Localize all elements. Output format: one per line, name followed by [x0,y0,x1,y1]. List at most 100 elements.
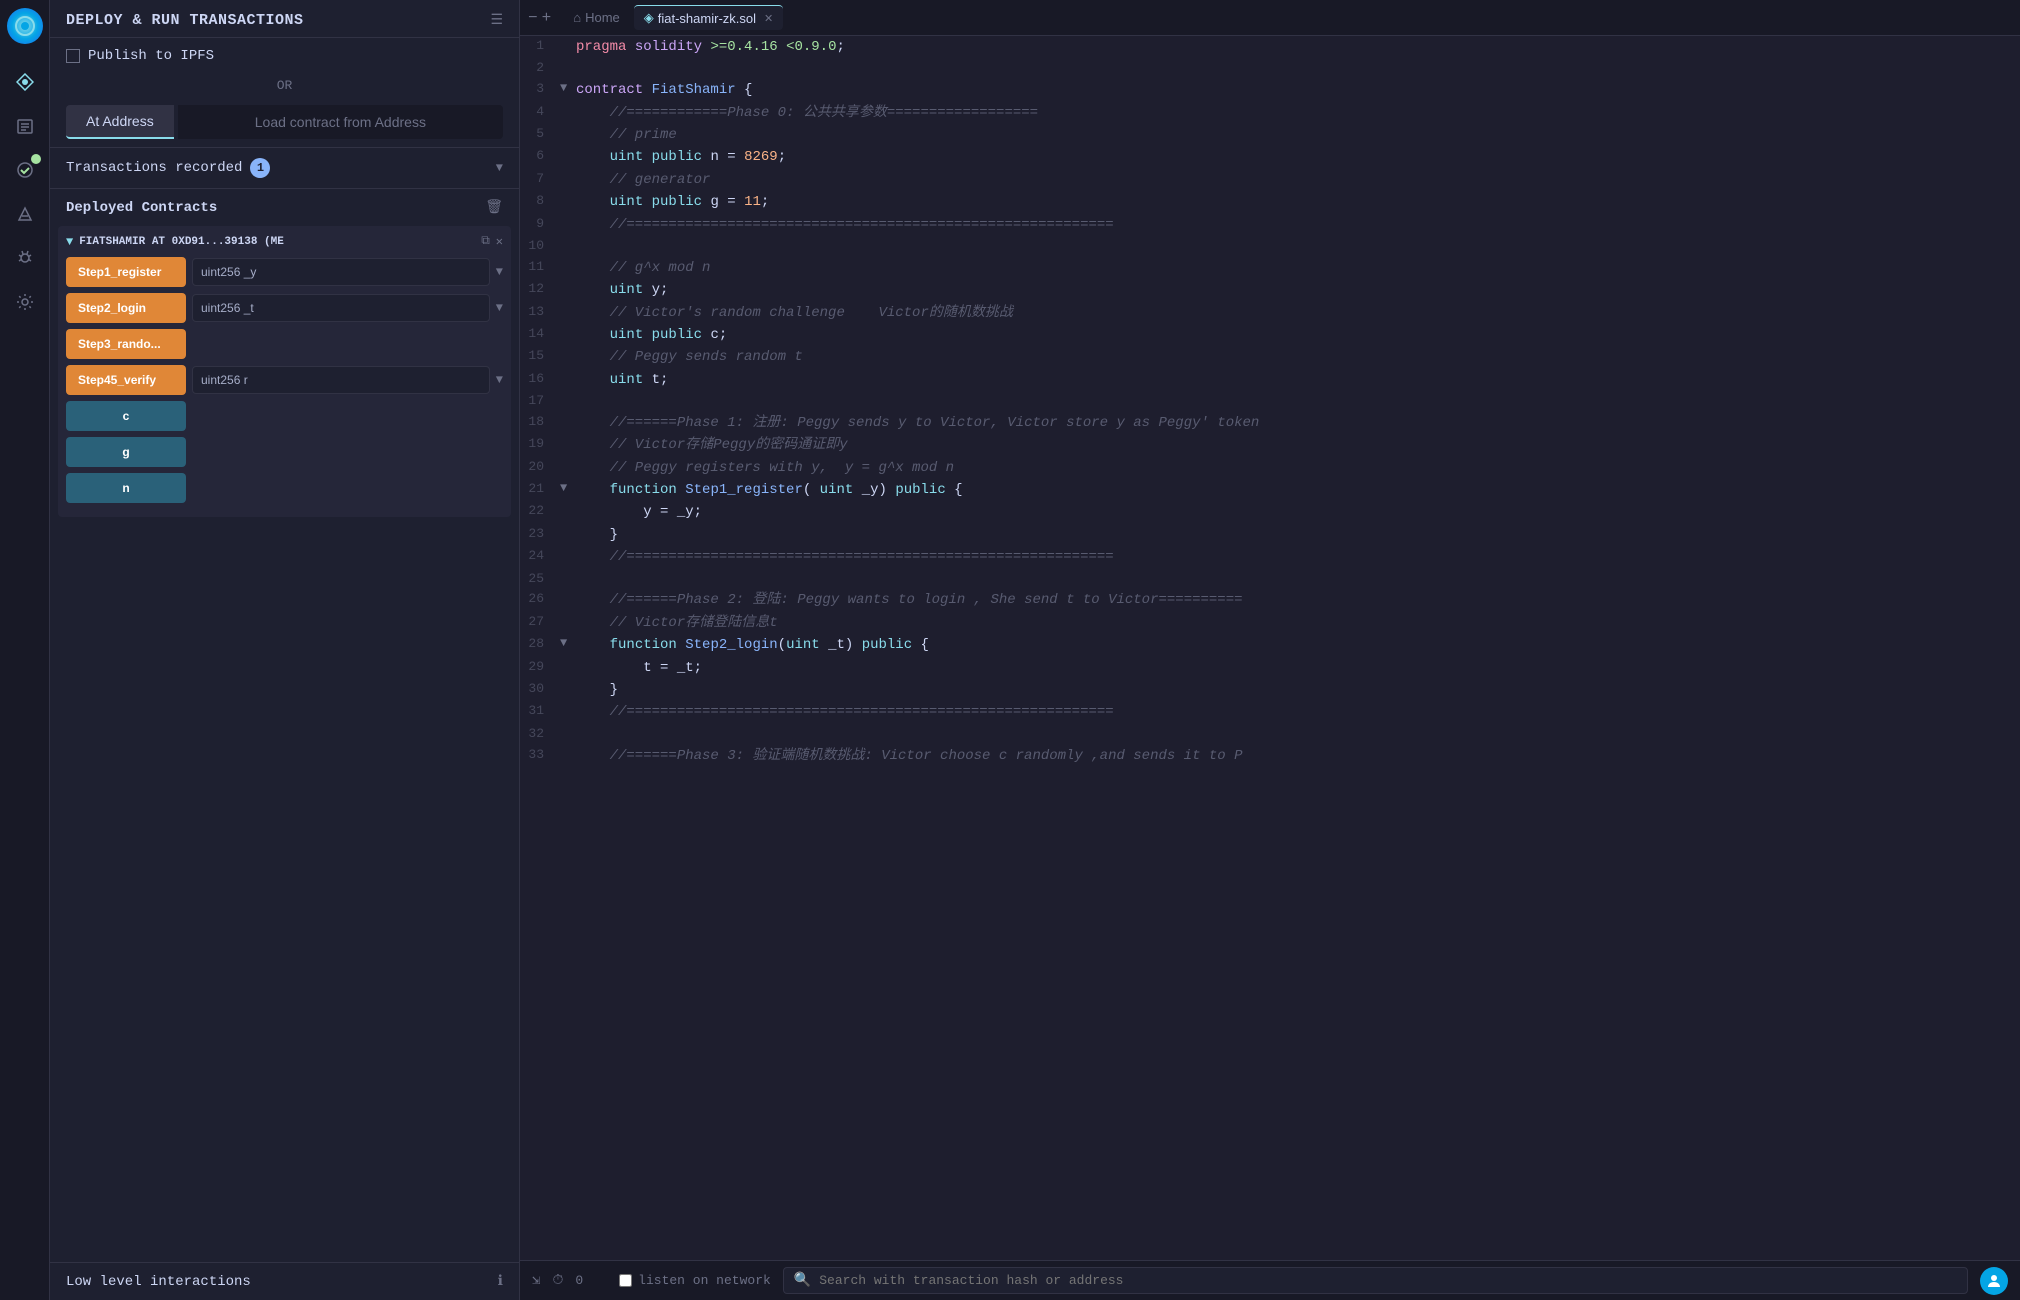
code-line-25: 25 [520,569,2020,590]
publish-label: Publish to IPFS [88,48,214,64]
code-line-10: 10 [520,236,2020,257]
close-contract-icon[interactable]: ✕ [496,234,503,249]
clock-icon[interactable]: ⏱ [552,1273,563,1289]
code-line-9: 9 //====================================… [520,214,2020,236]
code-line-11: 11 // g^x mod n [520,257,2020,279]
search-input[interactable] [819,1273,1957,1288]
step2-param-input[interactable] [192,294,490,322]
panel-menu-icon[interactable]: ☰ [490,12,503,29]
icon-sidebar [0,0,50,1300]
home-tab-icon: ⌂ [573,10,581,25]
code-line-32: 32 [520,724,2020,745]
panel-header: DEPLOY & RUN TRANSACTIONS ☰ [50,0,519,38]
nav-deploy2-icon[interactable] [11,200,39,228]
deployed-actions: 🗑 [485,199,503,216]
code-line-6: 6 uint public n = 8269; [520,146,2020,168]
fn-n-row: n [66,473,503,503]
nav-deploy-icon[interactable] [11,68,39,96]
step3-random-button[interactable]: Step3_rando... [66,329,186,359]
left-panel: DEPLOY & RUN TRANSACTIONS ☰ Publish to I… [50,0,520,1300]
code-line-21: 21 ▼ function Step1_register( uint _y) p… [520,479,2020,501]
contract-actions: ⧉ ✕ [481,234,503,249]
search-bar[interactable]: 🔍 [783,1267,1968,1294]
tab-home[interactable]: ⌂ Home [563,6,630,29]
code-line-31: 31 //===================================… [520,701,2020,723]
deployed-contracts-header: Deployed Contracts 🗑 [50,188,519,226]
nav-check-icon[interactable] [11,156,39,184]
listen-checkbox-label[interactable]: listen on network [619,1273,771,1288]
at-address-button[interactable]: At Address [66,105,174,139]
g-button[interactable]: g [66,437,186,467]
low-level-label: Low level interactions [66,1274,251,1290]
code-area[interactable]: 1 pragma solidity >=0.4.16 <0.9.0; 2 3 ▼… [520,36,2020,1260]
fn-step1-row: Step1_register ▼ [66,257,503,287]
fn-c-row: c [66,401,503,431]
step1-dropdown-icon[interactable]: ▼ [496,265,503,279]
collapse-icon[interactable]: ⇲ [532,1272,540,1289]
compiler-badge [31,154,41,164]
code-line-4: 4 //============Phase 0: 公共共享参数=========… [520,102,2020,124]
address-row: At Address Load contract from Address [50,97,519,147]
file-tab-icon: ◈ [644,10,654,26]
nav-files-icon[interactable] [11,112,39,140]
nav-debug-icon[interactable] [11,244,39,272]
tx-count: 0 [575,1273,583,1288]
step45-dropdown-icon[interactable]: ▼ [496,373,503,387]
transactions-chevron: ▼ [496,161,503,175]
tab-bar: − + ⌂ Home ◈ fiat-shamir-zk.sol ✕ [520,0,2020,36]
code-line-12: 12 uint y; [520,279,2020,301]
transactions-label: Transactions recorded 1 [66,158,270,178]
app-logo [7,8,43,44]
zoom-out-icon[interactable]: − [528,9,538,27]
nav-settings-icon[interactable] [11,288,39,316]
code-line-23: 23 } [520,524,2020,546]
code-line-16: 16 uint t; [520,369,2020,391]
listen-label: listen on network [638,1273,771,1288]
step45-verify-button[interactable]: Step45_verify [66,365,186,395]
tab-file[interactable]: ◈ fiat-shamir-zk.sol ✕ [634,5,783,30]
c-button[interactable]: c [66,401,186,431]
contract-chevron: ▼ [66,235,73,249]
step1-param-input[interactable] [192,258,490,286]
low-level-row: Low level interactions ℹ [50,1262,519,1300]
panel-title: DEPLOY & RUN TRANSACTIONS [66,12,304,29]
trash-icon[interactable]: 🗑 [485,199,503,216]
zoom-in-icon[interactable]: + [542,9,552,27]
search-bar-icon: 🔍 [794,1272,811,1289]
code-line-3: 3 ▼ contract FiatShamir { [520,79,2020,101]
info-icon[interactable]: ℹ [498,1273,503,1290]
n-button[interactable]: n [66,473,186,503]
code-line-27: 27 // Victor存储登陆信息t [520,612,2020,634]
or-divider: OR [50,74,519,97]
code-line-20: 20 // Peggy registers with y, y = g^x mo… [520,457,2020,479]
code-line-24: 24 //===================================… [520,546,2020,568]
zoom-controls: − + [528,9,551,27]
bottom-bar: ⇲ ⏱ 0 listen on network 🔍 [520,1260,2020,1300]
fn-step3-row: Step3_rando... [66,329,503,359]
code-line-26: 26 //======Phase 2: 登陆: Peggy wants to l… [520,589,2020,611]
step2-login-button[interactable]: Step2_login [66,293,186,323]
load-contract-button[interactable]: Load contract from Address [178,105,503,139]
code-line-15: 15 // Peggy sends random t [520,346,2020,368]
code-line-30: 30 } [520,679,2020,701]
code-line-17: 17 [520,391,2020,412]
copy-icon[interactable]: ⧉ [481,234,490,249]
code-line-1: 1 pragma solidity >=0.4.16 <0.9.0; [520,36,2020,58]
publish-checkbox[interactable] [66,49,80,63]
code-line-14: 14 uint public c; [520,324,2020,346]
tab-close-icon[interactable]: ✕ [764,12,773,25]
contract-instance: ▼ FIATSHAMIR AT 0XD91...39138 (ME ⧉ ✕ St… [58,226,511,517]
code-line-29: 29 t = _t; [520,657,2020,679]
code-line-2: 2 [520,58,2020,79]
code-line-19: 19 // Victor存储Peggy的密码通证即y [520,434,2020,456]
step1-register-button[interactable]: Step1_register [66,257,186,287]
fn-step2-row: Step2_login ▼ [66,293,503,323]
step45-param-input[interactable] [192,366,490,394]
transactions-badge: 1 [250,158,270,178]
code-table: 1 pragma solidity >=0.4.16 <0.9.0; 2 3 ▼… [520,36,2020,767]
deployed-contracts-title: Deployed Contracts [66,200,217,216]
transactions-section[interactable]: Transactions recorded 1 ▼ [50,147,519,188]
listen-checkbox-input[interactable] [619,1274,632,1287]
contract-name: FIATSHAMIR AT 0XD91...39138 (ME [79,236,284,248]
step2-dropdown-icon[interactable]: ▼ [496,301,503,315]
